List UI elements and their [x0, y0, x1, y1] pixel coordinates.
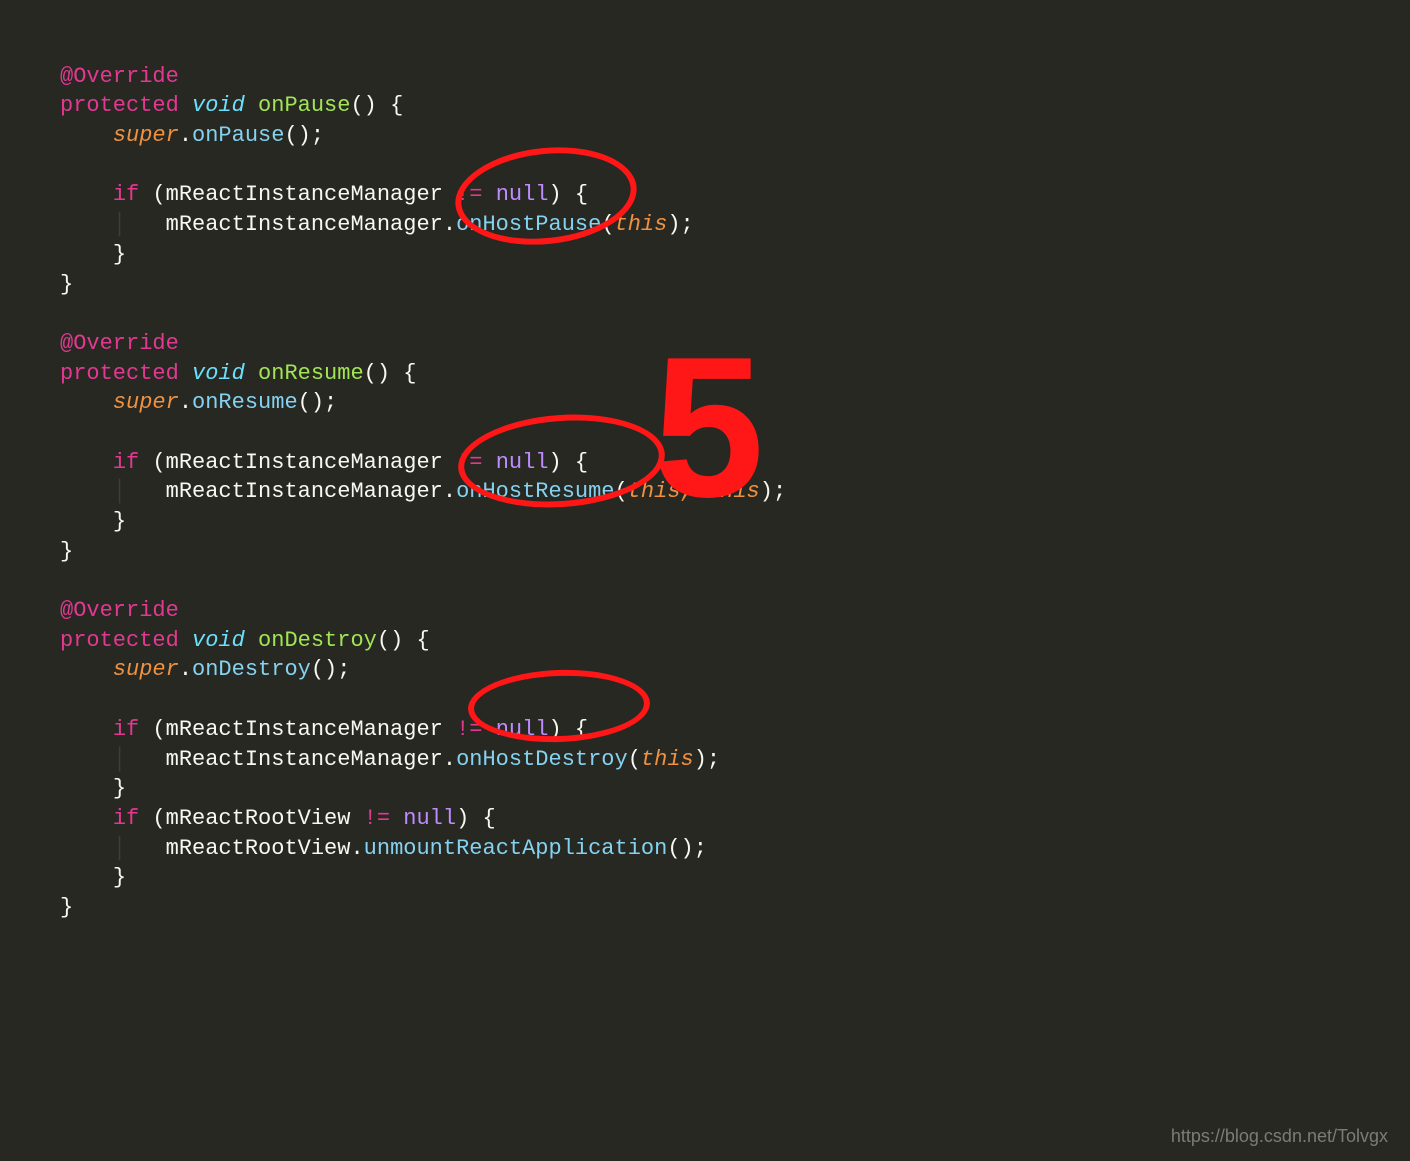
keyword-void-3: void	[192, 628, 245, 653]
const-null-4: null	[403, 806, 456, 831]
method-ondestroy: onDestroy	[258, 628, 377, 653]
call-super-ondestroy: onDestroy	[192, 657, 311, 682]
keyword-if-4: if	[113, 806, 139, 831]
override-annotation-2: @Override	[60, 331, 179, 356]
method-onresume: onResume	[258, 361, 364, 386]
op-neq-4: !=	[364, 806, 390, 831]
keyword-this-1: this	[615, 212, 668, 237]
const-null-2: null	[496, 450, 549, 475]
keyword-if-2: if	[113, 450, 139, 475]
var-mReactInstanceManager-3: mReactInstanceManager	[166, 717, 443, 742]
var-mReactInstanceManager-2b: mReactInstanceManager	[166, 479, 443, 504]
keyword-protected-1: protected	[60, 93, 179, 118]
const-null-3: null	[496, 717, 549, 742]
keyword-protected-2: protected	[60, 361, 179, 386]
var-mReactInstanceManager-3b: mReactInstanceManager	[166, 747, 443, 772]
watermark: https://blog.csdn.net/Tolvgx	[1171, 1124, 1388, 1148]
keyword-super-3: super	[113, 657, 179, 682]
keyword-super-2: super	[113, 390, 179, 415]
op-neq-1: !=	[456, 182, 482, 207]
var-mReactInstanceManager-1b: mReactInstanceManager	[166, 212, 443, 237]
call-onhostresume: onHostResume	[456, 479, 614, 504]
keyword-if-3: if	[113, 717, 139, 742]
call-super-onpause: onPause	[192, 123, 284, 148]
keyword-super-1: super	[113, 123, 179, 148]
override-annotation-1: @Override	[60, 64, 179, 89]
code-block: @Override protected void onPause() { sup…	[0, 0, 1410, 1161]
op-neq-2: !=	[456, 450, 482, 475]
call-super-onresume: onResume	[192, 390, 298, 415]
keyword-protected-3: protected	[60, 628, 179, 653]
var-mReactInstanceManager-2: mReactInstanceManager	[166, 450, 443, 475]
var-mReactRootView: mReactRootView	[166, 806, 351, 831]
var-mReactRootView-2: mReactRootView	[166, 836, 351, 861]
override-annotation-3: @Override	[60, 598, 179, 623]
keyword-void-2: void	[192, 361, 245, 386]
call-unmount: unmountReactApplication	[364, 836, 668, 861]
keyword-this-2a: this,	[628, 479, 707, 504]
method-onpause: onPause	[258, 93, 350, 118]
call-onhostpause: onHostPause	[456, 212, 601, 237]
keyword-this-3: this	[641, 747, 694, 772]
op-neq-3: !=	[456, 717, 482, 742]
call-onhostdestroy: onHostDestroy	[456, 747, 628, 772]
keyword-void-1: void	[192, 93, 245, 118]
keyword-if-1: if	[113, 182, 139, 207]
keyword-this-2b: this	[707, 479, 760, 504]
var-mReactInstanceManager-1: mReactInstanceManager	[166, 182, 443, 207]
const-null-1: null	[496, 182, 549, 207]
